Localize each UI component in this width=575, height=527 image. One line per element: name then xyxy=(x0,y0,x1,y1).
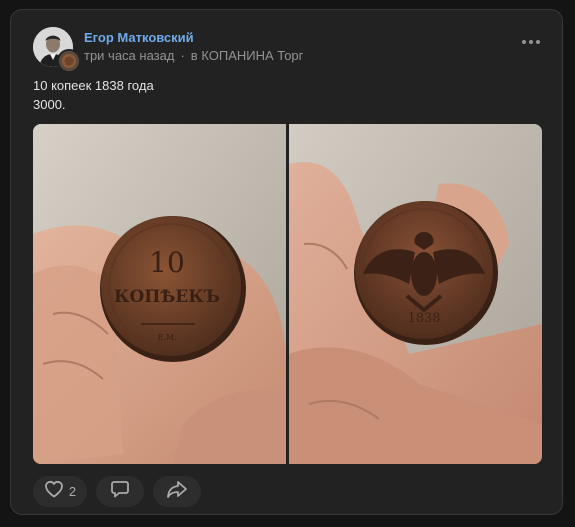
post-text-line: 10 копеек 1838 года xyxy=(33,78,154,93)
comment-button[interactable] xyxy=(96,476,144,507)
group-link[interactable]: в КОПАНИНА Торг xyxy=(191,48,304,63)
coin-obverse-word: КОПѢЕКЪ xyxy=(114,287,220,307)
more-icon[interactable] xyxy=(522,38,540,46)
share-button[interactable] xyxy=(153,476,201,507)
post-text: 10 копеек 1838 года 3000. xyxy=(33,76,154,114)
photo-coin-obverse[interactable]: 10 КОПѢЕКЪ Е.М. xyxy=(33,124,286,464)
post-actions: 2 xyxy=(33,476,201,507)
comment-icon xyxy=(110,479,130,504)
heart-icon xyxy=(44,480,64,503)
coin-obverse-value: 10 xyxy=(149,246,185,279)
post-text-line: 3000. xyxy=(33,97,66,112)
photo-coin-reverse[interactable]: 1838 xyxy=(289,124,542,464)
share-icon xyxy=(166,479,188,504)
post-time[interactable]: три часа назад xyxy=(84,48,174,63)
post-meta: три часа назад · в КОПАНИНА Торг xyxy=(84,48,303,63)
group-badge xyxy=(57,49,81,73)
post-card: Егор Матковский три часа назад · в КОПАНИН… xyxy=(10,9,563,515)
like-button[interactable]: 2 xyxy=(33,476,87,507)
author-name-link[interactable]: Егор Матковский xyxy=(84,30,194,45)
coin-reverse-year: 1838 xyxy=(407,311,440,326)
author-avatar[interactable] xyxy=(33,27,81,73)
meta-separator: · xyxy=(180,48,185,63)
coin-obverse-mint: Е.М. xyxy=(157,333,176,342)
like-count: 2 xyxy=(68,484,77,499)
